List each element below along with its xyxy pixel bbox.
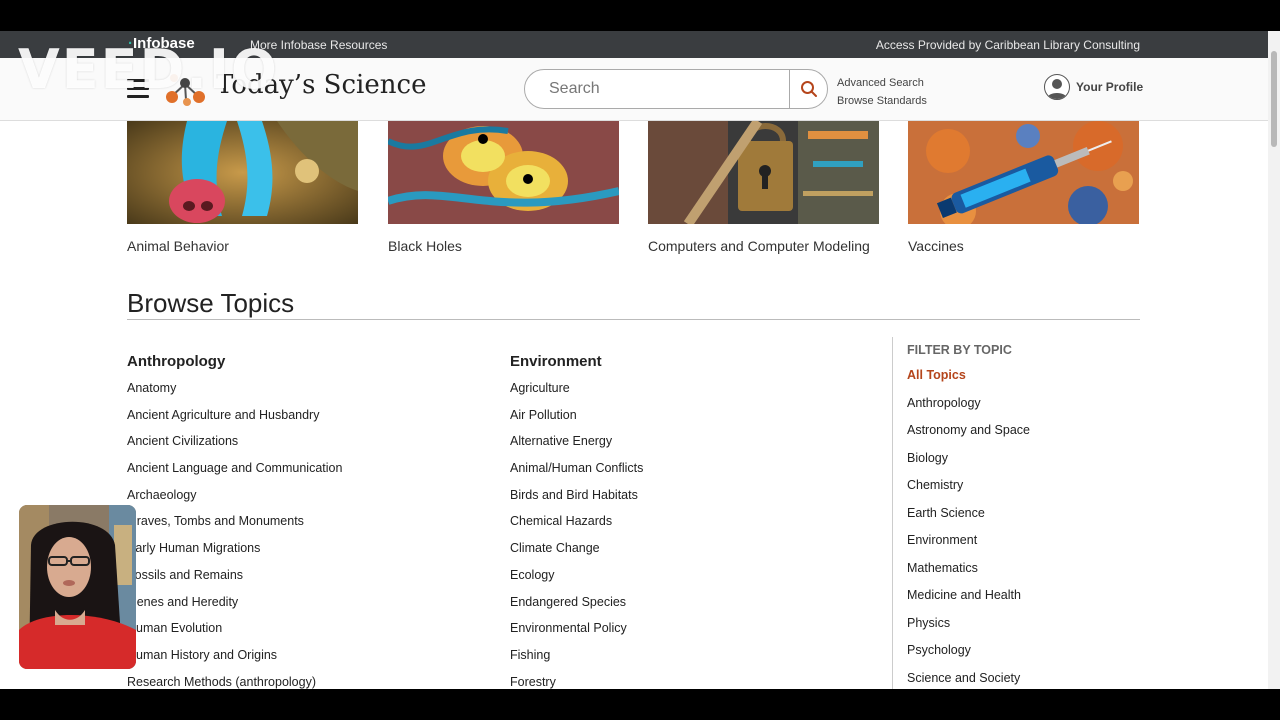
topic-link[interactable]: Alternative Energy: [510, 433, 870, 460]
section-divider: [127, 319, 1140, 320]
featured-caption[interactable]: Black Holes: [388, 238, 619, 254]
topic-list: Anatomy Ancient Agriculture and Husbandr…: [127, 380, 487, 689]
filter-item-all-topics[interactable]: All Topics: [907, 367, 1142, 395]
topic-link[interactable]: Endangered Species: [510, 594, 870, 621]
topic-heading[interactable]: Anthropology: [127, 353, 487, 370]
veed-watermark: VEED.IO: [18, 38, 279, 101]
topic-link[interactable]: Chemical Hazards: [510, 513, 870, 540]
topic-link[interactable]: Environmental Policy: [510, 620, 870, 647]
topic-link[interactable]: Forestry: [510, 674, 870, 689]
profile-label: Your Profile: [1076, 80, 1144, 94]
filter-item[interactable]: Mathematics: [907, 560, 1142, 588]
profile-button[interactable]: Your Profile: [1044, 74, 1143, 100]
filter-item[interactable]: Anthropology: [907, 395, 1142, 423]
featured-tile[interactable]: Vaccines: [908, 121, 1139, 254]
featured-tile[interactable]: Computers and Computer Modeling: [648, 121, 879, 254]
main-content: Animal Behavior Black Holes Computers an…: [0, 121, 1268, 689]
page-scrollbar[interactable]: [1268, 31, 1280, 689]
topic-link[interactable]: Ecology: [510, 567, 870, 594]
browse-standards-link[interactable]: Browse Standards: [837, 92, 927, 110]
featured-tile[interactable]: Animal Behavior: [127, 121, 358, 254]
filter-item[interactable]: Environment: [907, 532, 1142, 560]
topic-list: Agriculture Air Pollution Alternative En…: [510, 380, 870, 689]
filter-item[interactable]: Physics: [907, 615, 1142, 643]
featured-caption[interactable]: Vaccines: [908, 238, 1139, 254]
topic-link[interactable]: Archaeology: [127, 487, 487, 514]
access-provider-text: Access Provided by Caribbean Library Con…: [875, 38, 1140, 52]
filter-item[interactable]: Astronomy and Space: [907, 422, 1142, 450]
filter-item[interactable]: Science and Society: [907, 670, 1142, 690]
search-icon: [800, 81, 817, 97]
filter-by-topic-panel: FILTER BY TOPIC All Topics Anthropology …: [892, 337, 1142, 689]
filter-item[interactable]: Chemistry: [907, 477, 1142, 505]
topic-link[interactable]: Human History and Origins: [127, 647, 487, 674]
video-frame: ·Infobase More Infobase Resources Access…: [0, 0, 1280, 720]
filter-item[interactable]: Biology: [907, 450, 1142, 478]
topic-link[interactable]: Ancient Agriculture and Husbandry: [127, 407, 487, 434]
scrollbar-thumb[interactable]: [1271, 51, 1277, 147]
user-avatar-icon: [1044, 74, 1070, 100]
featured-image-computers[interactable]: [648, 121, 879, 227]
filter-heading: FILTER BY TOPIC: [907, 343, 1012, 357]
featured-tile[interactable]: Black Holes: [386, 121, 620, 254]
featured-caption[interactable]: Computers and Computer Modeling: [648, 238, 879, 254]
topic-link[interactable]: Climate Change: [510, 540, 870, 567]
filter-item[interactable]: Earth Science: [907, 505, 1142, 533]
topic-link[interactable]: Ancient Civilizations: [127, 433, 487, 460]
search-button[interactable]: [789, 70, 827, 108]
topic-link[interactable]: Research Methods (anthropology): [127, 674, 487, 689]
filter-item[interactable]: Medicine and Health: [907, 587, 1142, 615]
featured-image-vaccines[interactable]: [908, 121, 1139, 229]
filter-item[interactable]: Psychology: [907, 642, 1142, 670]
topic-link[interactable]: Air Pollution: [510, 407, 870, 434]
search-input[interactable]: [525, 70, 789, 108]
featured-caption[interactable]: Animal Behavior: [127, 238, 358, 254]
topic-link[interactable]: Animal/Human Conflicts: [510, 460, 870, 487]
featured-image-black-holes[interactable]: [386, 121, 620, 224]
topic-column-anthropology: Anthropology Anatomy Ancient Agriculture…: [127, 353, 487, 689]
topic-column-environment: Environment Agriculture Air Pollution Al…: [510, 353, 870, 689]
presenter-webcam-overlay: [19, 505, 136, 669]
advanced-search-link[interactable]: Advanced Search: [837, 74, 927, 92]
browse-topics-heading: Browse Topics: [127, 288, 295, 318]
topic-link[interactable]: Fossils and Remains: [127, 567, 487, 594]
topic-link[interactable]: Human Evolution: [127, 620, 487, 647]
topic-link[interactable]: Early Human Migrations: [127, 540, 487, 567]
topic-link[interactable]: Ancient Language and Communication: [127, 460, 487, 487]
topic-link[interactable]: Graves, Tombs and Monuments: [127, 513, 487, 540]
filter-list: All Topics Anthropology Astronomy and Sp…: [907, 367, 1142, 689]
featured-image-animal-behavior[interactable]: [127, 121, 358, 224]
topic-link[interactable]: Anatomy: [127, 380, 487, 407]
topic-heading[interactable]: Environment: [510, 353, 870, 370]
browser-viewport: ·Infobase More Infobase Resources Access…: [0, 31, 1280, 689]
topic-link[interactable]: Birds and Bird Habitats: [510, 487, 870, 514]
search-box: [524, 69, 828, 109]
topic-link[interactable]: Fishing: [510, 647, 870, 674]
topic-link[interactable]: Agriculture: [510, 380, 870, 407]
search-links: Advanced Search Browse Standards: [837, 74, 927, 110]
topic-link[interactable]: Genes and Heredity: [127, 594, 487, 621]
